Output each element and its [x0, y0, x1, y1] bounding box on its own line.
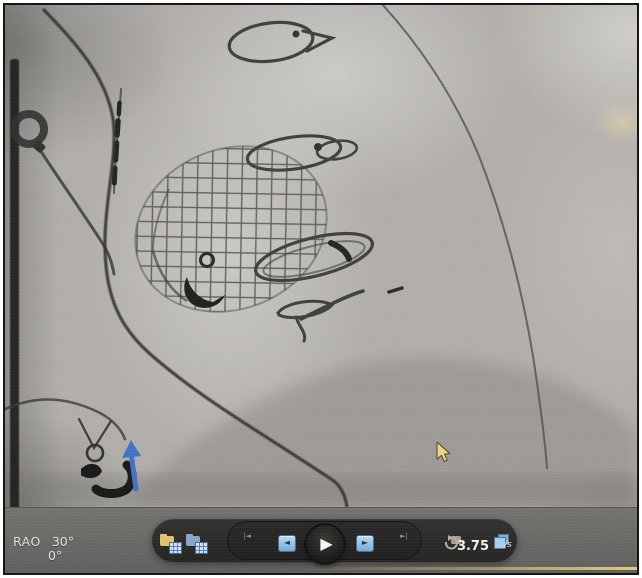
frame-rate-button[interactable]: /s: [492, 534, 516, 554]
series-layout-button[interactable]: [186, 535, 208, 554]
skip-to-last-icon: ►|: [393, 533, 415, 540]
frame-rate-value[interactable]: 3.75: [455, 539, 491, 554]
screenshot-page: RAO 30° 0° |◄ ◄ ► ►| ▶: [0, 0, 642, 578]
cine-toolbar: |◄ ◄ ► ►| ▶ 3.75 /s: [152, 519, 517, 562]
grid-thumbnail-icon: [195, 542, 208, 554]
load-series-button[interactable]: [160, 535, 182, 554]
angle-readout: RAO 30° 0°: [13, 535, 74, 563]
xray-canvas: [5, 5, 637, 573]
fps-unit-label: /s: [504, 540, 512, 550]
grid-thumbnail-icon: [169, 542, 182, 554]
play-icon: ▶: [320, 534, 332, 553]
step-forward-icon: ►: [362, 538, 368, 547]
noise-overlay: [5, 5, 637, 573]
primary-angle: 30°: [52, 534, 74, 549]
mouse-cursor: [436, 442, 456, 466]
step-back-icon: ◄: [284, 538, 290, 547]
fluoroscopy-viewer-frame: RAO 30° 0° |◄ ◄ ► ►| ▶: [3, 3, 639, 575]
projection-label: RAO: [13, 534, 41, 549]
previous-frame-button[interactable]: ◄: [278, 535, 296, 552]
last-frame-button[interactable]: ►|: [393, 529, 415, 557]
first-frame-button[interactable]: |◄: [236, 529, 258, 557]
skip-to-first-icon: |◄: [236, 533, 258, 540]
next-frame-button[interactable]: ►: [356, 535, 374, 552]
play-button[interactable]: ▶: [304, 523, 346, 565]
secondary-angle: 0°: [48, 548, 62, 563]
